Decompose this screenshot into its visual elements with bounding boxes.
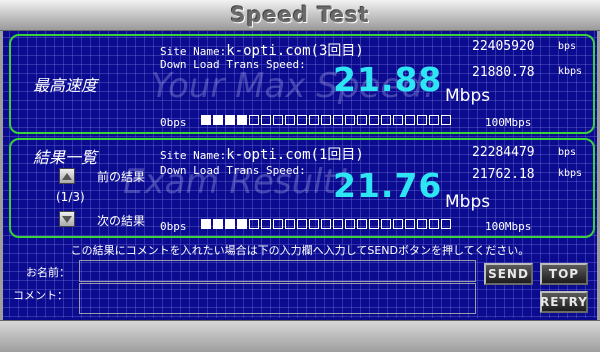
meter-cell <box>405 115 415 125</box>
meter-cell <box>333 219 343 229</box>
meter-cell <box>417 115 427 125</box>
result-heading: 結果一覧 <box>33 148 98 167</box>
scale-min: 0bps <box>160 116 187 129</box>
meter-cell <box>429 219 439 229</box>
meter-cell <box>249 219 259 229</box>
meter-cell <box>345 219 355 229</box>
kbps-value: 21880.78 <box>472 65 535 80</box>
meter-cell <box>201 115 211 125</box>
max-speed-panel: Your Max Speed! 最高速度 Site Name:k-opti.co… <box>9 34 595 134</box>
speed-value: 21.88 <box>333 60 443 99</box>
meter-cell <box>213 219 223 229</box>
next-result-button[interactable] <box>59 211 75 227</box>
site-name-value: k-opti.com(3回目) <box>226 43 364 59</box>
retry-button[interactable]: RETRY <box>540 291 588 313</box>
bps-unit: bps <box>558 41 577 52</box>
comment-input[interactable] <box>79 283 476 314</box>
kbps-unit: kbps <box>558 66 583 77</box>
prev-result-label[interactable]: 前の結果 <box>97 168 145 185</box>
speed-unit: Mbps <box>445 86 491 106</box>
send-button[interactable]: SEND <box>484 263 533 285</box>
speed-value: 21.76 <box>333 166 443 205</box>
meter-cell <box>297 219 307 229</box>
meter-cell <box>285 219 295 229</box>
meter-cell <box>309 219 319 229</box>
meter-cell <box>345 115 355 125</box>
meter-cell <box>237 115 247 125</box>
bottom-bar <box>0 320 600 352</box>
meter-cell <box>393 219 403 229</box>
left-frame <box>0 28 3 320</box>
speed-meter <box>201 115 451 125</box>
bps-unit: bps <box>558 147 577 158</box>
speed-meter <box>201 219 451 229</box>
meter-cell <box>309 115 319 125</box>
meter-cell <box>381 219 391 229</box>
comment-instruction: この結果にコメントを入れたい場合は下の入力欄へ入力してSENDボタンを押してくだ… <box>70 244 530 257</box>
trans-speed-label: Down Load Trans Speed: <box>160 164 306 177</box>
site-name-label: Site Name: <box>160 149 227 162</box>
name-label: お名前： <box>26 266 70 279</box>
result-panel: Exam Result! 結果一覧 前の結果 (1/3) 次の結果 Site N… <box>9 138 595 238</box>
meter-cell <box>285 115 295 125</box>
speed-unit: Mbps <box>445 192 491 212</box>
meter-cell <box>417 219 427 229</box>
scale-max: 100Mbps <box>485 116 532 129</box>
bps-value: 22405920 <box>472 39 535 54</box>
meter-cell <box>237 219 247 229</box>
meter-cell <box>369 219 379 229</box>
title-bar: Speed Test <box>0 0 600 31</box>
meter-cell <box>393 115 403 125</box>
bps-value: 22284479 <box>472 145 535 160</box>
meter-cell <box>261 219 271 229</box>
meter-cell <box>405 219 415 229</box>
meter-cell <box>357 115 367 125</box>
meter-cell <box>441 219 451 229</box>
meter-cell <box>273 219 283 229</box>
site-name-label: Site Name: <box>160 45 227 58</box>
kbps-unit: kbps <box>558 168 583 179</box>
meter-cell <box>429 115 439 125</box>
meter-cell <box>261 115 271 125</box>
trans-speed-label: Down Load Trans Speed: <box>160 58 306 71</box>
meter-cell <box>381 115 391 125</box>
meter-cell <box>201 219 211 229</box>
max-speed-heading: 最高速度 <box>33 76 98 95</box>
meter-cell <box>357 219 367 229</box>
page-indicator: (1/3) <box>56 190 85 204</box>
arrow-up-icon <box>62 172 72 180</box>
meter-cell <box>369 115 379 125</box>
comment-label: コメント： <box>13 289 68 302</box>
meter-cell <box>321 115 331 125</box>
meter-cell <box>441 115 451 125</box>
meter-cell <box>225 115 235 125</box>
meter-cell <box>273 115 283 125</box>
scale-min: 0bps <box>160 220 187 233</box>
meter-cell <box>225 219 235 229</box>
meter-cell <box>249 115 259 125</box>
scale-max: 100Mbps <box>485 220 532 233</box>
next-result-label[interactable]: 次の結果 <box>97 212 145 229</box>
prev-result-button[interactable] <box>59 168 75 184</box>
arrow-down-icon <box>62 215 72 223</box>
site-name-value: k-opti.com(1回目) <box>226 147 364 163</box>
kbps-value: 21762.18 <box>472 167 535 182</box>
top-button[interactable]: TOP <box>540 263 588 285</box>
meter-cell <box>333 115 343 125</box>
app-title: Speed Test <box>230 3 370 27</box>
meter-cell <box>321 219 331 229</box>
meter-cell <box>213 115 223 125</box>
name-input[interactable] <box>79 260 476 282</box>
meter-cell <box>297 115 307 125</box>
